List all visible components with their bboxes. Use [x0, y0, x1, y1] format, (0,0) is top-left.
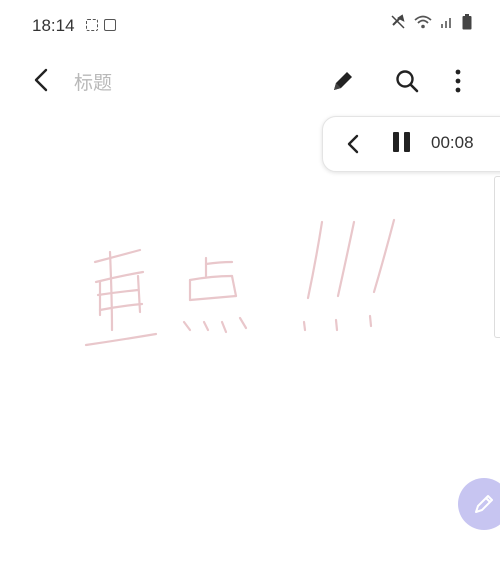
- status-bar: 18:14: [0, 0, 500, 52]
- screen-record-icon: [104, 19, 116, 31]
- chevron-left-icon: [34, 68, 48, 92]
- signal-icon: [440, 15, 454, 29]
- more-options-button[interactable]: [443, 66, 473, 96]
- pen-icon: [334, 72, 352, 90]
- screenshot-icon: [86, 19, 98, 31]
- app-toolbar: 标题: [0, 56, 500, 104]
- back-button[interactable]: [28, 66, 56, 94]
- status-system-icons: [390, 14, 472, 30]
- title-input[interactable]: 标题: [74, 68, 112, 95]
- handwriting-strokes: [84, 218, 396, 347]
- status-notification-icons: [86, 19, 116, 31]
- search-button[interactable]: [392, 66, 422, 96]
- pen-icon: [475, 495, 493, 513]
- more-vert-icon: [455, 69, 461, 93]
- status-time: 18:14: [32, 16, 75, 35]
- wifi-icon: [414, 15, 432, 29]
- pen-button[interactable]: [328, 66, 358, 96]
- search-icon: [396, 70, 419, 93]
- note-canvas[interactable]: [0, 110, 500, 585]
- mute-icon: [390, 14, 406, 30]
- battery-icon: [462, 14, 472, 30]
